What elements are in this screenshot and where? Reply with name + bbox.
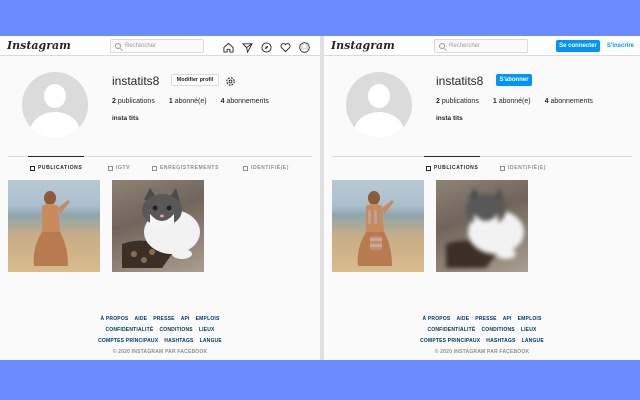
tab-saved[interactable]: ENREGISTREMENTS	[152, 165, 219, 171]
tab-tagged[interactable]: IDENTIFIÉ(E)	[500, 165, 546, 171]
post-thumbnail-beach-censored[interactable]	[332, 180, 424, 272]
search-input[interactable]: Rechercher	[110, 39, 204, 53]
tag-icon	[243, 165, 248, 171]
footer-link-help[interactable]: AIDE	[456, 316, 469, 322]
post-thumbnail-cat[interactable]	[112, 180, 204, 272]
search-placeholder: Rechercher	[125, 43, 157, 49]
footer-link-help[interactable]: AIDE	[134, 316, 147, 322]
igtv-icon	[108, 165, 113, 171]
avatar[interactable]	[346, 72, 412, 138]
footer-link-press[interactable]: PRESSE	[475, 316, 497, 322]
edit-profile-button[interactable]: Modifier profil	[171, 74, 219, 86]
panel-filtered: Instagram Rechercher Se connecter S'insc…	[320, 36, 640, 360]
stat-following[interactable]: 4 abonnements	[545, 98, 593, 105]
top-navbar: Instagram Rechercher	[0, 36, 320, 56]
footer-link-about[interactable]: À PROPOS	[422, 316, 450, 322]
search-input[interactable]: Rechercher	[434, 39, 528, 53]
home-icon[interactable]	[223, 40, 234, 53]
censor-pixel-block	[370, 236, 382, 250]
footer-link-privacy[interactable]: CONFIDENTIALITÉ	[105, 327, 153, 333]
search-icon	[115, 43, 121, 49]
profile-username: instatits8	[112, 74, 160, 88]
footer-link-hashtags[interactable]: HASHTAGS	[486, 338, 515, 344]
footer-copyright: © 2020 INSTAGRAM PAR FACEBOOK	[434, 349, 530, 355]
footer-link-jobs[interactable]: EMPLOIS	[518, 316, 542, 322]
footer-link-top-accounts[interactable]: COMPTES PRINCIPAUX	[98, 338, 158, 344]
stat-following[interactable]: 4 abonnements	[221, 98, 269, 105]
explore-icon[interactable]	[261, 40, 272, 53]
grid-icon	[30, 165, 35, 171]
post-thumbnail-cat-blurred[interactable]	[436, 180, 528, 272]
footer-link-terms[interactable]: CONDITIONS	[481, 327, 514, 333]
footer-link-top-accounts[interactable]: COMPTES PRINCIPAUX	[420, 338, 480, 344]
profile-bio: insta tits	[436, 115, 463, 122]
avatar[interactable]	[22, 72, 88, 138]
signup-link[interactable]: S'inscrire	[607, 40, 634, 52]
gear-icon[interactable]	[225, 74, 236, 86]
tab-publications[interactable]: PUBLICATIONS	[27, 156, 85, 171]
profile-icon[interactable]	[299, 40, 310, 53]
footer-link-terms[interactable]: CONDITIONS	[159, 327, 192, 333]
tag-icon	[500, 165, 505, 171]
footer-link-api[interactable]: API	[181, 316, 190, 322]
instagram-logo[interactable]: Instagram	[7, 39, 71, 52]
search-icon	[439, 43, 445, 49]
footer-link-jobs[interactable]: EMPLOIS	[196, 316, 220, 322]
stat-followers[interactable]: 1 abonné(e)	[493, 98, 531, 105]
search-placeholder: Rechercher	[449, 43, 481, 49]
profile-stats: 2 publications 1 abonné(e) 4 abonnements	[436, 98, 593, 105]
footer-link-locations[interactable]: LIEUX	[199, 327, 215, 333]
footer-link-api[interactable]: API	[503, 316, 512, 322]
footer-link-language[interactable]: LANGUE	[522, 338, 544, 344]
top-navbar: Instagram Rechercher Se connecter S'insc…	[324, 36, 640, 56]
stat-publications: 2 publications	[112, 98, 155, 105]
footer: À PROPOS AIDE PRESSE API EMPLOIS CONFIDE…	[0, 316, 320, 355]
follow-button[interactable]: S'abonner	[496, 74, 532, 86]
profile-bio: insta tits	[112, 115, 139, 122]
footer-link-hashtags[interactable]: HASHTAGS	[164, 338, 193, 344]
profile-username: instatits8	[436, 74, 484, 88]
nav-icons	[223, 40, 310, 54]
tab-igtv[interactable]: IGTV	[108, 165, 130, 171]
stat-publications: 2 publications	[436, 98, 479, 105]
comparison-frame: Instagram Rechercher instatits8 Modifier…	[0, 36, 640, 360]
tab-tagged[interactable]: IDENTIFIÉ(E)	[243, 165, 289, 171]
bookmark-icon	[152, 165, 157, 171]
post-thumbnail-beach[interactable]	[8, 180, 100, 272]
stat-followers[interactable]: 1 abonné(e)	[169, 98, 207, 105]
tabs-divider	[332, 156, 632, 157]
footer-link-locations[interactable]: LIEUX	[521, 327, 537, 333]
censor-pixel-block	[368, 210, 380, 224]
tab-publications[interactable]: PUBLICATIONS	[423, 156, 481, 171]
footer-copyright: © 2020 INSTAGRAM PAR FACEBOOK	[112, 349, 208, 355]
grid-icon	[426, 165, 431, 171]
panel-original: Instagram Rechercher instatits8 Modifier…	[0, 36, 320, 360]
footer: À PROPOS AIDE PRESSE API EMPLOIS CONFIDE…	[324, 316, 640, 355]
login-button[interactable]: Se connecter	[556, 40, 600, 52]
heart-icon[interactable]	[280, 40, 291, 53]
direct-icon[interactable]	[241, 40, 253, 54]
footer-link-language[interactable]: LANGUE	[200, 338, 222, 344]
footer-link-press[interactable]: PRESSE	[153, 316, 175, 322]
instagram-logo[interactable]: Instagram	[331, 39, 395, 52]
profile-stats: 2 publications 1 abonné(e) 4 abonnements	[112, 98, 269, 105]
footer-link-privacy[interactable]: CONFIDENTIALITÉ	[427, 327, 475, 333]
footer-link-about[interactable]: À PROPOS	[100, 316, 128, 322]
